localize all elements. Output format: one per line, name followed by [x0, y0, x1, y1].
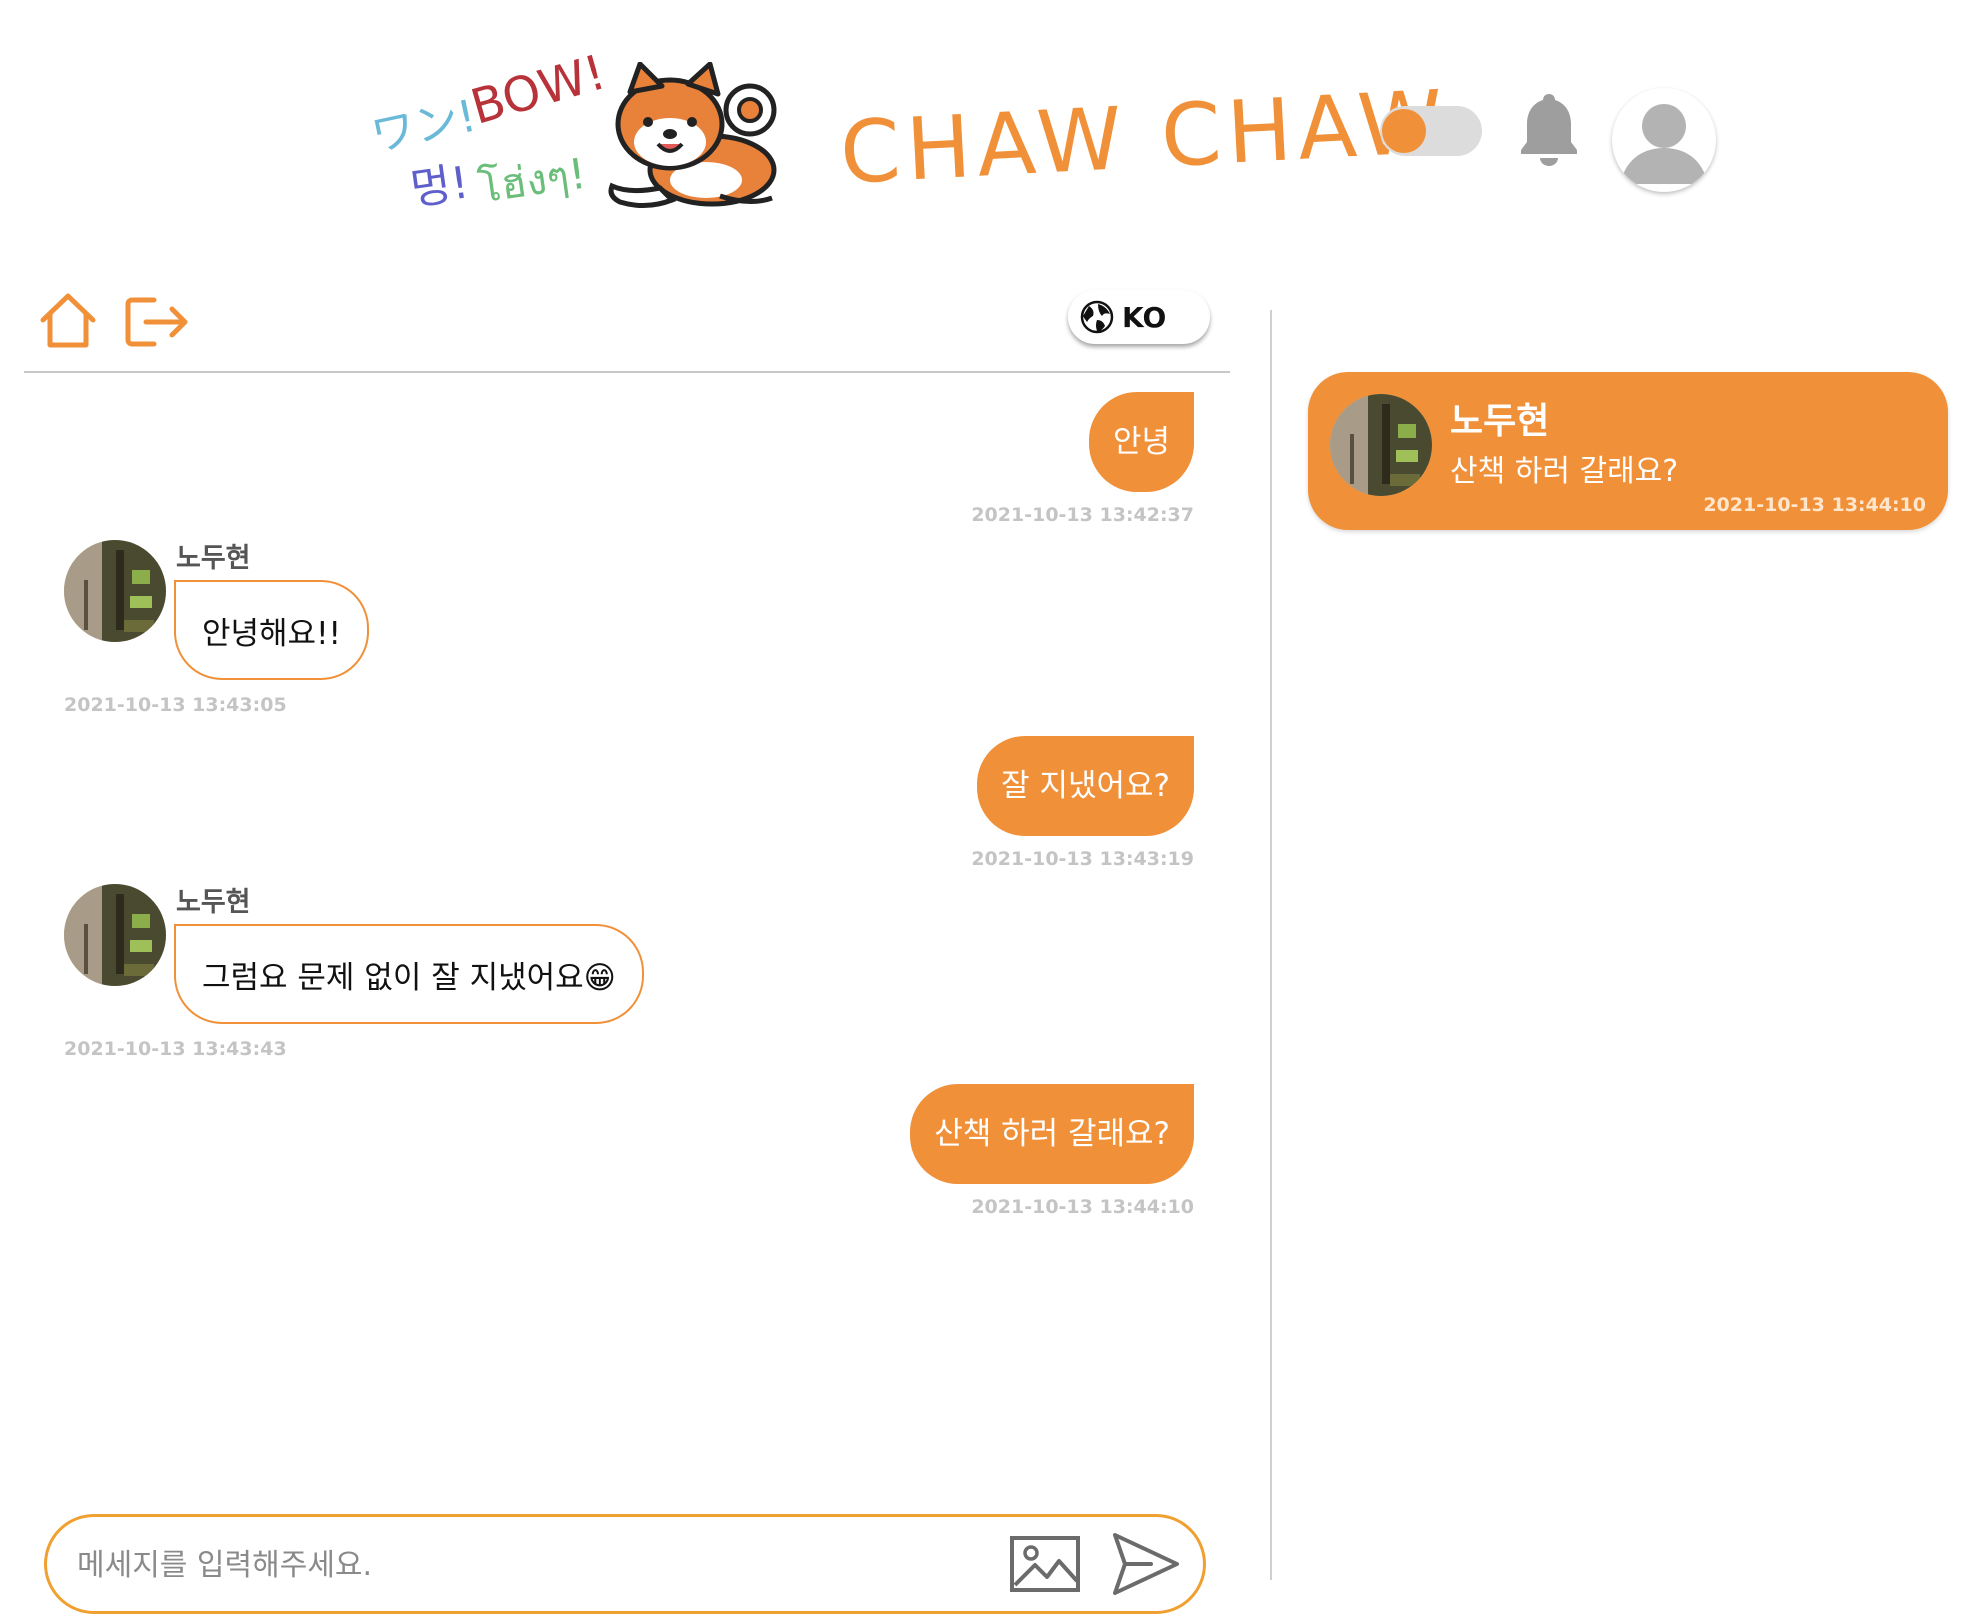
- message-timestamp: 2021-10-13 13:43:43: [64, 1038, 287, 1060]
- toggle-knob: [1382, 109, 1426, 153]
- message-bubble: 잘 지냈어요?: [977, 736, 1194, 836]
- message-incoming: 노두현 그럼요 문제 없이 잘 지냈어요😁 2021-10-13 13:43:4…: [24, 884, 1230, 1074]
- message-input[interactable]: [77, 1539, 1017, 1591]
- language-selector[interactable]: KO: [1068, 290, 1210, 344]
- theme-toggle[interactable]: [1380, 106, 1482, 156]
- sender-name: 노두현: [176, 543, 251, 574]
- bark-korean: 멍!: [407, 157, 473, 216]
- message-bubble: 안녕해요!!: [174, 580, 369, 680]
- bell-icon[interactable]: [1520, 90, 1578, 166]
- sender-photo: [64, 884, 166, 986]
- message-timestamp: 2021-10-13 13:44:10: [971, 1196, 1194, 1218]
- app-header: ワン! BOW! 멍! โฮ่งๆ! CHAW CHAW: [0, 0, 1986, 240]
- send-icon[interactable]: [1111, 1529, 1181, 1599]
- notification-card[interactable]: 노두현 산책 하러 갈래요? 2021-10-13 13:44:10: [1308, 372, 1948, 530]
- message-outgoing: 잘 지냈어요? 2021-10-13 13:43:19: [24, 724, 1230, 874]
- sender-avatar[interactable]: [64, 540, 166, 642]
- app-logo-text: CHAW CHAW: [837, 72, 1452, 204]
- image-upload-icon[interactable]: [1009, 1535, 1081, 1593]
- message-bubble: 그럼요 문제 없이 잘 지냈어요😁: [174, 924, 644, 1024]
- shiba-mascot-logo: [608, 62, 777, 208]
- message-timestamp: 2021-10-13 13:43:05: [64, 694, 287, 716]
- sender-name: 노두현: [176, 887, 251, 918]
- notification-avatar: [1330, 394, 1432, 496]
- exit-icon[interactable]: [124, 296, 190, 348]
- bark-thai: โฮ่งๆ!: [475, 148, 589, 213]
- toolbar-divider: [24, 371, 1230, 373]
- message-composer: [44, 1514, 1206, 1614]
- message-bubble: 안녕: [1088, 392, 1194, 492]
- sender-photo: [64, 540, 166, 642]
- sender-avatar[interactable]: [64, 884, 166, 986]
- language-code: KO: [1122, 300, 1167, 334]
- message-outgoing: 산책 하러 갈래요? 2021-10-13 13:44:10: [24, 1072, 1230, 1222]
- user-profile-avatar[interactable]: [1612, 88, 1716, 192]
- message-timestamp: 2021-10-13 13:42:37: [971, 504, 1194, 526]
- home-icon[interactable]: [38, 290, 98, 350]
- message-incoming: 노두현 안녕해요!! 2021-10-13 13:43:05: [24, 540, 1230, 730]
- message-outgoing: 안녕 2021-10-13 13:42:37: [24, 380, 1230, 530]
- message-timestamp: 2021-10-13 13:43:19: [971, 848, 1194, 870]
- globe-icon: [1080, 300, 1114, 334]
- panel-divider: [1270, 310, 1272, 1580]
- notification-message: 산책 하러 갈래요?: [1450, 454, 1679, 489]
- chat-messages: 안녕 2021-10-13 13:42:37 노두현 안녕해요!! 2021-1…: [24, 380, 1230, 1510]
- notification-sender: 노두현: [1450, 401, 1550, 442]
- bark-english: BOW!: [464, 44, 612, 136]
- sender-photo: [1330, 394, 1432, 496]
- message-bubble: 산책 하러 갈래요?: [910, 1084, 1194, 1184]
- notification-timestamp: 2021-10-13 13:44:10: [1703, 494, 1926, 516]
- user-silhouette-icon: [1620, 104, 1708, 184]
